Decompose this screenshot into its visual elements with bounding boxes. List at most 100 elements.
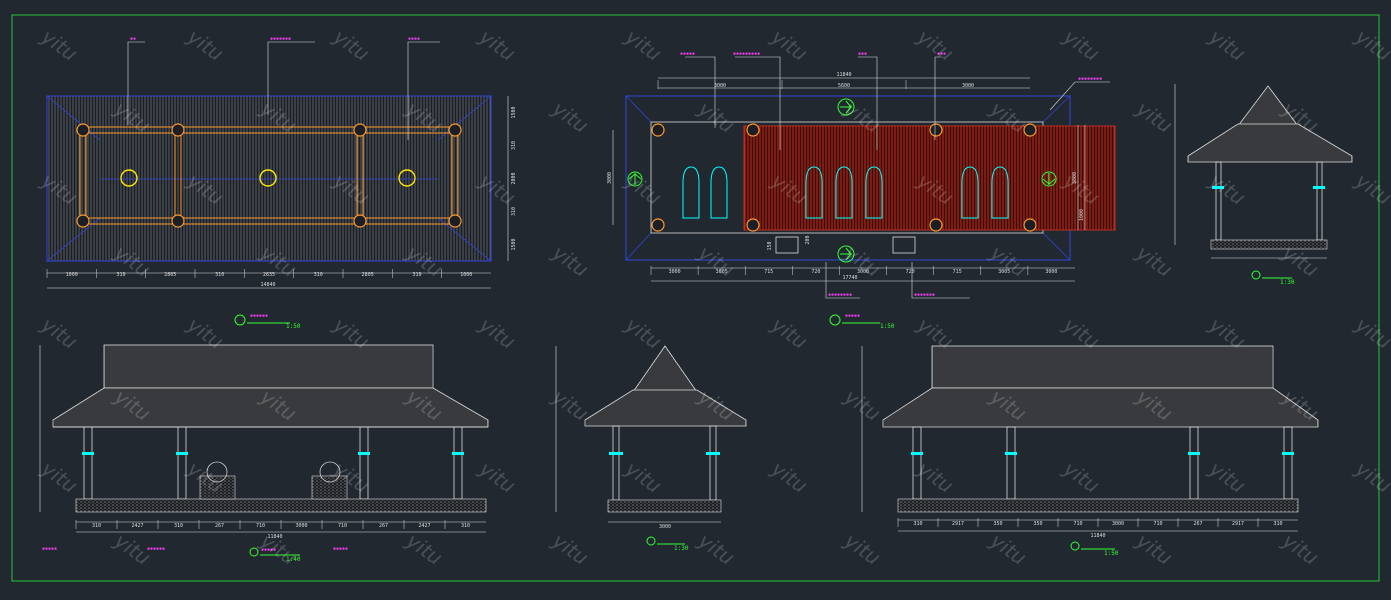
front-elevation-dim-3: 310 bbox=[174, 523, 183, 529]
floor-plan-leader-6: ▪▪▪▪▪▪▪▪ bbox=[828, 292, 852, 298]
watermark-text: yitu bbox=[1058, 456, 1104, 498]
rear-elevation-dim-7: 710 bbox=[1153, 521, 1162, 527]
side-elevation: 3000 1:30 bbox=[555, 345, 747, 552]
roof-plan: ▪▪ ▪▪▪▪▪▪▪ ▪▪▪▪ 1000 310 2805 310 2635 310 280… bbox=[46, 36, 517, 330]
floor-plan-bottom-dim-1: 3000 bbox=[669, 269, 681, 275]
floor-plan-leader-3: ▪▪▪ bbox=[858, 51, 867, 57]
floor-plan-bottom-dim-4: 720 bbox=[811, 269, 820, 275]
roof-plan-dim-5: 2635 bbox=[263, 272, 275, 278]
side-section-scale: 1:30 bbox=[1280, 279, 1295, 286]
front-elevation-brackets bbox=[82, 452, 464, 455]
front-elevation-leader-3: ▪▪▪▪▪ bbox=[333, 546, 348, 552]
side-elevation-total: 3000 bbox=[659, 524, 671, 530]
watermark-text: yitu bbox=[1131, 240, 1177, 282]
floor-plan-bottom-dim-3: 715 bbox=[764, 269, 773, 275]
front-elevation: 310 2427 310 267 710 3000 710 267 2427 310 11840 … bbox=[39, 344, 489, 563]
watermark-text: yitu bbox=[1131, 96, 1177, 138]
watermark-text: yitu bbox=[985, 240, 1031, 282]
roof-plan-vdim-4: 310 bbox=[511, 207, 517, 216]
watermark-text: yitu bbox=[255, 528, 301, 570]
watermark-text: yitu bbox=[839, 528, 885, 570]
floor-plan-top-dim-3: 3000 bbox=[962, 83, 974, 89]
roof-plan-dim-6: 310 bbox=[314, 272, 323, 278]
watermark-text: yitu bbox=[547, 96, 593, 138]
front-elevation-title-symbol bbox=[249, 547, 259, 557]
roof-plan-bottom-dims: 1000 310 2805 310 2635 310 2805 310 1000 bbox=[46, 269, 472, 278]
watermark-text: yitu bbox=[474, 456, 520, 498]
watermark-text: yitu bbox=[182, 24, 228, 66]
rear-elevation-brackets bbox=[911, 452, 1294, 455]
watermark-text: yitu bbox=[985, 528, 1031, 570]
floor-plan-top-dim-2: 5600 bbox=[838, 83, 850, 89]
rear-elevation-dim-5: 710 bbox=[1073, 521, 1082, 527]
watermark-text: yitu bbox=[693, 240, 739, 282]
watermark-text: yitu bbox=[1204, 168, 1250, 210]
front-elevation-dim-4: 267 bbox=[215, 523, 224, 529]
side-section: 1:30 bbox=[1174, 84, 1353, 286]
front-elevation-dim-7: 710 bbox=[338, 523, 347, 529]
watermark-text: yitu bbox=[36, 456, 82, 498]
floor-plan-leader-5: ▪▪▪▪▪▪▪▪ bbox=[1078, 76, 1102, 82]
watermark-text: yitu bbox=[1350, 312, 1391, 354]
watermark-text: yitu bbox=[1350, 456, 1391, 498]
roof-plan-vdim-3: 2000 bbox=[511, 172, 517, 184]
front-elevation-dim-5: 710 bbox=[256, 523, 265, 529]
front-elevation-dims: 310 2427 310 267 710 3000 710 267 2427 310 bbox=[75, 520, 470, 529]
drawing-canvas: ▪▪ ▪▪▪▪▪▪▪ ▪▪▪▪ 1000 310 2805 310 2635 310 280… bbox=[11, 14, 1391, 582]
roof-plan-leader-2: ▪▪▪▪▪▪▪ bbox=[270, 36, 291, 42]
roof-plan-vdim-1: 1500 bbox=[511, 106, 517, 118]
watermark-text: yitu bbox=[1058, 24, 1104, 66]
rear-elevation: 310 2917 350 350 710 3000 710 267 2917 310 11840 … bbox=[861, 345, 1319, 557]
watermark-text: yitu bbox=[36, 312, 82, 354]
watermark-text: yitu bbox=[620, 312, 666, 354]
floor-plan-title: ▪▪▪▪▪ bbox=[845, 313, 860, 319]
watermark-text: yitu bbox=[36, 24, 82, 66]
rear-elevation-total: 11840 bbox=[1090, 533, 1105, 539]
watermark-text: yitu bbox=[766, 456, 812, 498]
watermark-text: yitu bbox=[328, 24, 374, 66]
roof-plan-dim-4: 310 bbox=[215, 272, 224, 278]
front-elevation-dim-2: 2427 bbox=[131, 523, 143, 529]
roof-plan-dim-9: 1000 bbox=[460, 272, 472, 278]
rear-elevation-dim-6: 3000 bbox=[1112, 521, 1124, 527]
front-elevation-dim-9: 2427 bbox=[418, 523, 430, 529]
rear-elevation-scale: 1:50 bbox=[1104, 550, 1119, 557]
floor-plan-top-dims: 3000 5600 3000 bbox=[657, 80, 974, 89]
roof-plan-right-dims: 1500 310 2000 310 1500 bbox=[511, 106, 517, 250]
rear-elevation-dim-1: 310 bbox=[913, 521, 922, 527]
watermark-text: yitu bbox=[1131, 528, 1177, 570]
roof-plan-dim-7: 2805 bbox=[362, 272, 374, 278]
roof-plan-dim-8: 310 bbox=[412, 272, 421, 278]
floor-plan-step-dim-2: 200 bbox=[805, 235, 811, 244]
roof-plan-title: ▪▪▪▪▪▪ bbox=[250, 313, 268, 319]
watermark-text: yitu bbox=[1204, 456, 1250, 498]
front-elevation-dim-1: 310 bbox=[92, 523, 101, 529]
floor-plan: 11840 3000 5600 3000 ▪▪▪▪▪ ▪▪▪▪▪▪▪▪▪ ▪▪▪ ▪… bbox=[607, 51, 1116, 330]
side-elevation-title-symbol bbox=[646, 536, 656, 546]
rear-elevation-dim-2: 2917 bbox=[952, 521, 964, 527]
front-elevation-dim-10: 310 bbox=[461, 523, 470, 529]
floor-plan-bottom-dim-6: 720 bbox=[906, 269, 915, 275]
front-elevation-columns bbox=[83, 426, 463, 500]
floor-plan-leader-1: ▪▪▪▪▪ bbox=[680, 51, 695, 57]
watermark-text: yitu bbox=[1350, 24, 1391, 66]
floor-plan-bottom-total: 17740 bbox=[842, 275, 857, 281]
floor-plan-right-dim-2: 1000 bbox=[1079, 209, 1085, 221]
rear-elevation-title-symbol bbox=[1070, 541, 1080, 551]
watermark-text: yitu bbox=[547, 528, 593, 570]
watermark-text: yitu bbox=[547, 240, 593, 282]
floor-plan-leader-7: ▪▪▪▪▪▪▪ bbox=[914, 292, 935, 298]
watermark-text: yitu bbox=[693, 96, 739, 138]
roof-plan-leader-1: ▪▪ bbox=[130, 36, 136, 42]
watermark-text: yitu bbox=[693, 528, 739, 570]
watermark-text: yitu bbox=[912, 456, 958, 498]
roof-plan-dim-3: 2805 bbox=[164, 272, 176, 278]
roof-plan-vdim-2: 310 bbox=[511, 141, 517, 150]
floor-plan-bottom-dim-9: 3000 bbox=[1045, 269, 1057, 275]
roof-plan-vdim-5: 1500 bbox=[511, 238, 517, 250]
roof-plan-dim-2: 310 bbox=[116, 272, 125, 278]
watermark-text: yitu bbox=[766, 24, 812, 66]
watermark-text: yitu bbox=[620, 456, 666, 498]
floor-plan-left-dim: 3000 bbox=[607, 172, 613, 184]
floor-plan-top-dim-1: 3000 bbox=[714, 83, 726, 89]
